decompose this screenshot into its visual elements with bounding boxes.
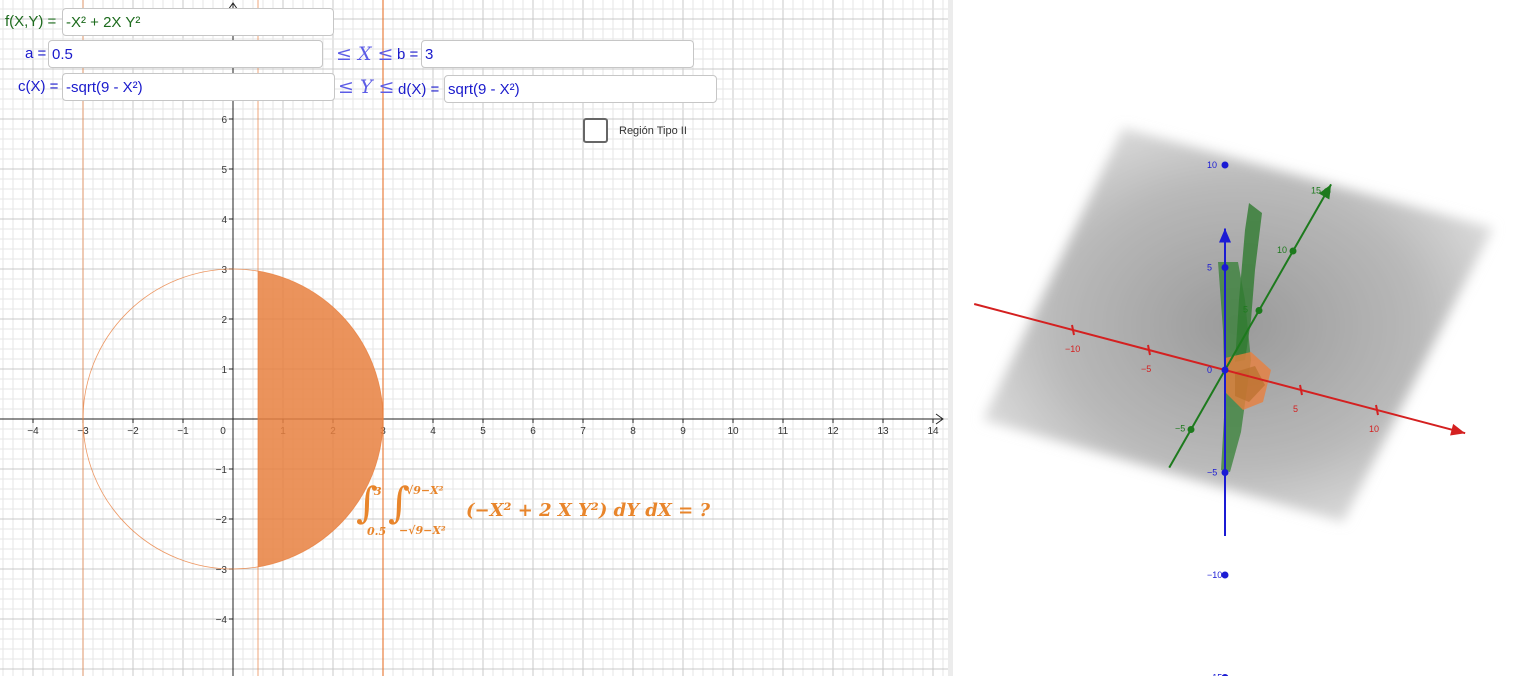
y-tick-label: −2: [216, 515, 228, 526]
b-label: b =: [397, 46, 419, 63]
x-tick-label: 12: [827, 426, 839, 437]
x-tick-label-3d: 5: [1293, 404, 1298, 414]
x-tick-label: 14: [927, 426, 939, 437]
x-tick-label-3d: −5: [1141, 364, 1151, 374]
y-tick-label-3d: 15: [1311, 186, 1321, 196]
y-tick-label: 5: [221, 165, 227, 176]
upper-x-limit: 3: [374, 485, 382, 498]
b-input[interactable]: 3: [421, 40, 694, 68]
lower-y-limit: −√9−X²: [399, 524, 446, 537]
z-tick-3d: [1221, 366, 1229, 374]
y-tick-label: −1: [216, 465, 228, 476]
a-input[interactable]: 0.5: [48, 40, 323, 68]
y-tick-label: 2: [221, 315, 227, 326]
graph-3d-canvas[interactable]: −10 −5 5 10 −5 5 10 15 −15 −10 −5 0 5 10: [953, 0, 1525, 676]
d-label: d(X) =: [398, 81, 440, 98]
x-tick-label: 8: [630, 426, 636, 437]
z-tick-3d: [1221, 264, 1229, 271]
y-tick-3d: [1323, 188, 1331, 195]
x-tick-label: 4: [430, 426, 436, 437]
x-tick-label: 9: [680, 426, 686, 437]
integrand: (−X² + 2 X Y²) dY dX = ?: [466, 500, 711, 521]
leq-x-symbol: ≤ X ≤: [336, 43, 394, 65]
f-label: f(X,Y) =: [5, 13, 57, 30]
graphics-view-3d[interactable]: −10 −5 5 10 −5 5 10 15 −15 −10 −5 0 5 10: [953, 0, 1525, 676]
y-tick-label: −3: [216, 565, 228, 576]
z-tick-label-3d: −5: [1207, 468, 1217, 478]
z-tick-3d: [1221, 161, 1229, 169]
x-tick-label: −4: [27, 426, 39, 437]
c-label: c(X) =: [18, 78, 59, 95]
x-tick-label-3d: 10: [1369, 424, 1379, 434]
d-input[interactable]: sqrt(9 - X²): [444, 75, 717, 103]
x-tick-label: −2: [127, 426, 139, 437]
z-tick-3d: [1221, 469, 1229, 476]
x-tick-label: 0: [220, 426, 226, 437]
f-input[interactable]: -X² + 2X Y²: [62, 8, 334, 36]
y-tick-3d: [1255, 307, 1263, 314]
y-tick-3d: [1187, 426, 1195, 433]
z-tick-label-3d: −15: [1207, 673, 1222, 676]
y-tick-3d: [1289, 247, 1297, 255]
region-type-ii-checkbox[interactable]: [583, 118, 608, 143]
y-tick-label: 1: [221, 365, 227, 376]
y-tick-label-3d: 5: [1243, 305, 1248, 315]
z-tick-label-3d: −10: [1207, 570, 1222, 580]
z-tick-label-3d: 10: [1207, 160, 1217, 170]
x-tick-label: 7: [580, 426, 586, 437]
graphics-view-2d[interactable]: −4−3−2−101234567891011121314−4−3−2−11234…: [0, 0, 948, 676]
x-tick-label: 13: [877, 426, 889, 437]
y-tick-label: 6: [221, 115, 227, 126]
z-tick-label-3d: 0: [1207, 365, 1212, 375]
lower-x-limit: 0.5: [367, 525, 387, 538]
y-tick-label-3d: −5: [1175, 424, 1185, 434]
y-tick-label: 4: [221, 215, 227, 226]
upper-y-limit: √9−X²: [406, 484, 444, 497]
z-tick-label-3d: 5: [1207, 263, 1212, 273]
x-tick-label: 5: [480, 426, 486, 437]
a-label: a =: [25, 45, 47, 62]
x-tick-label: −1: [177, 426, 189, 437]
y-tick-label-3d: 10: [1277, 245, 1287, 255]
region-type-ii-label: Región Tipo II: [619, 125, 687, 137]
x-tick-label: 11: [778, 426, 789, 437]
x-tick-label-3d: −10: [1065, 344, 1080, 354]
x-axis-3d-arrow: [1450, 423, 1466, 436]
x-tick-label: 6: [530, 426, 536, 437]
y-tick-label: −4: [216, 615, 228, 626]
c-input[interactable]: -sqrt(9 - X²): [62, 73, 335, 101]
z-tick-3d: [1221, 571, 1229, 579]
x-tick-label: 10: [727, 426, 739, 437]
y-tick-label: 3: [221, 265, 227, 276]
leq-y-symbol: ≤ Y ≤: [338, 76, 395, 98]
